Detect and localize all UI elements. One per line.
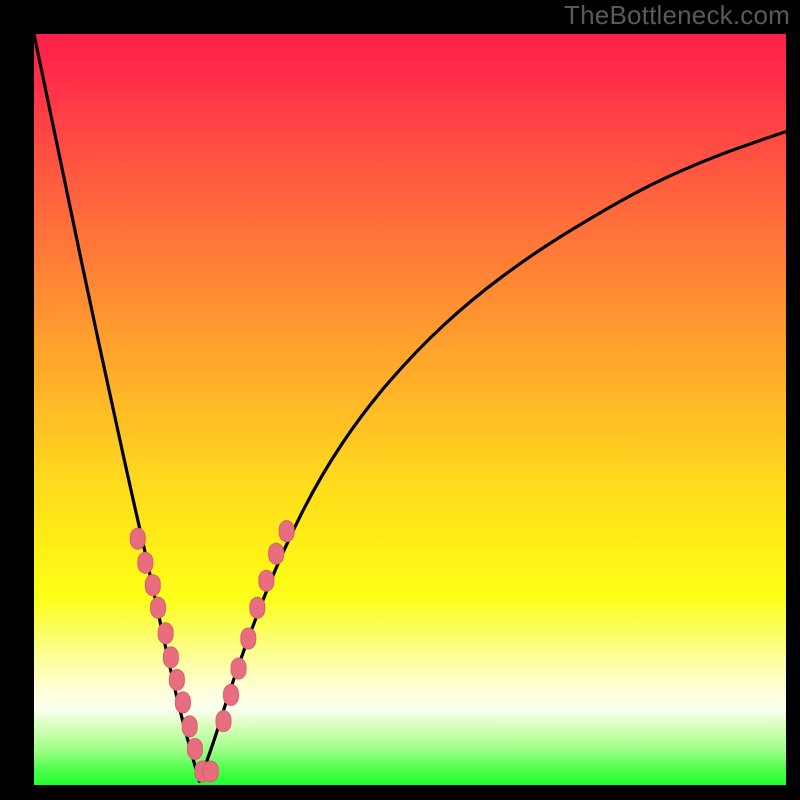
marker-point: [163, 647, 178, 668]
curve-left-branch: [34, 34, 199, 781]
marker-point: [269, 543, 284, 564]
marker-point: [138, 552, 153, 573]
marker-point: [182, 716, 197, 737]
marker-point: [216, 711, 231, 732]
marker-point: [279, 521, 294, 542]
marker-point: [231, 658, 246, 679]
watermark-text: TheBottleneck.com: [564, 0, 790, 31]
marker-point: [151, 597, 166, 618]
marker-point: [203, 761, 218, 782]
marker-point: [145, 575, 160, 596]
marker-point: [158, 623, 173, 644]
marker-point: [187, 738, 202, 759]
marker-point: [224, 684, 239, 705]
marker-point: [169, 669, 184, 690]
marker-point: [250, 597, 265, 618]
marker-point: [175, 692, 190, 713]
chart-svg: [34, 34, 786, 785]
curve-left-path: [34, 34, 199, 781]
chart-root: TheBottleneck.com: [0, 0, 800, 800]
marker-point: [259, 570, 274, 591]
curve-right-branch: [199, 132, 786, 782]
marker-point: [241, 628, 256, 649]
marker-point: [130, 528, 145, 549]
curve-right-path: [199, 132, 786, 782]
